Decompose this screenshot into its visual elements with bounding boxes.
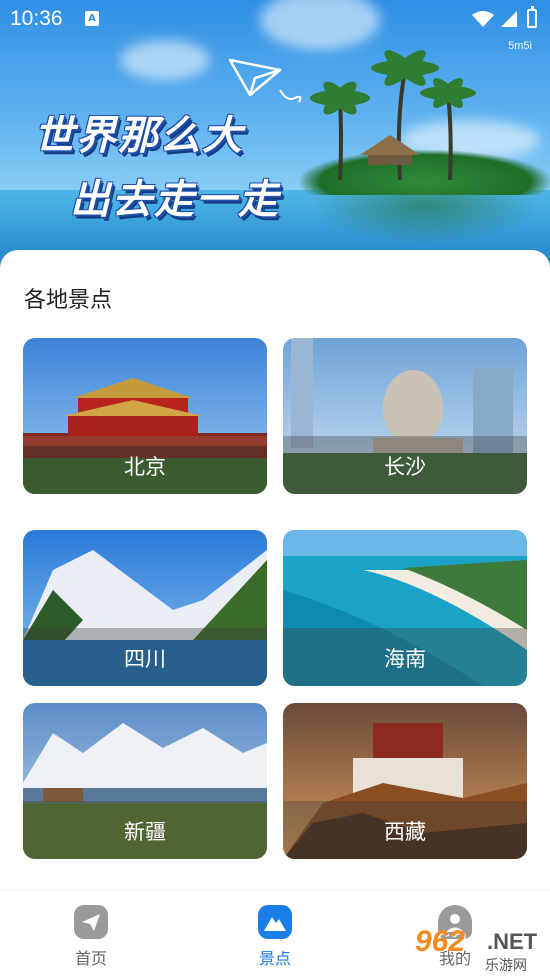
status-time: 10:36	[10, 7, 63, 30]
place-name: 新疆	[23, 801, 267, 859]
place-name: 长沙	[283, 436, 527, 494]
island-reflection	[310, 195, 540, 245]
watermark-site: 乐游网	[485, 958, 527, 974]
content-card: 各地景点 北京 长沙 四川 海南 新疆 西藏	[0, 250, 550, 890]
mountain-icon	[258, 905, 292, 939]
banner: 世界那么大 出去走一走	[0, 0, 550, 290]
paper-plane-icon	[228, 58, 302, 103]
place-card-beijing[interactable]: 北京	[23, 338, 267, 494]
status-bar: 10:36 A	[0, 0, 550, 38]
place-card-hainan[interactable]: 海南	[283, 530, 527, 686]
watermark: 962 .NET 乐游网	[415, 925, 545, 974]
signal-icon	[501, 11, 517, 27]
network-speed: 5m5i	[508, 40, 532, 52]
wifi-icon	[472, 11, 494, 27]
section-title: 各地景点	[24, 288, 113, 313]
notification-icon: A	[85, 11, 99, 26]
slogan-line-2: 出去走一走	[70, 177, 280, 223]
place-card-changsha[interactable]: 长沙	[283, 338, 527, 494]
place-name: 海南	[283, 628, 527, 686]
nav-home[interactable]: 首页	[46, 905, 136, 969]
cloud	[120, 40, 210, 80]
palm-trees-illustration	[310, 50, 476, 181]
slogan-line-1: 世界那么大	[34, 113, 244, 159]
battery-icon	[527, 6, 537, 28]
place-card-tibet[interactable]: 西藏	[283, 703, 527, 859]
watermark-number: 962	[415, 925, 466, 958]
place-name: 北京	[23, 436, 267, 494]
nav-spots[interactable]: 景点	[230, 905, 320, 969]
paper-plane-icon	[74, 905, 108, 939]
place-card-sichuan[interactable]: 四川	[23, 530, 267, 686]
place-name: 西藏	[283, 801, 527, 859]
place-name: 四川	[23, 628, 267, 686]
nav-home-label: 首页	[74, 949, 107, 968]
watermark-net: .NET	[487, 929, 538, 954]
place-card-xinjiang[interactable]: 新疆	[23, 703, 267, 859]
nav-spots-label: 景点	[258, 949, 291, 968]
